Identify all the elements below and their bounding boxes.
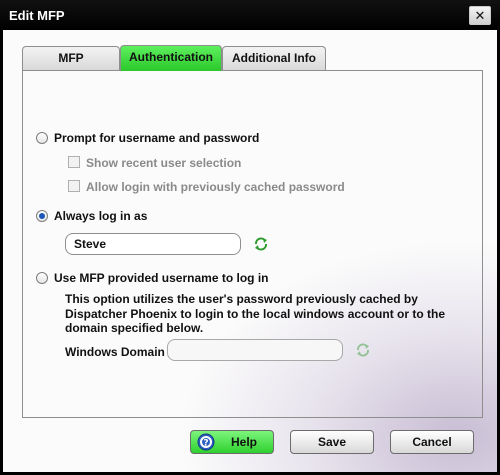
tab-authentication[interactable]: Authentication [120,45,222,71]
mfp-username-radio[interactable] [36,272,48,284]
help-button[interactable]: ? Help [190,430,274,454]
username-input[interactable]: Steve [65,233,241,255]
close-icon: ✕ [474,8,486,23]
refresh-icon[interactable] [355,342,371,358]
windows-domain-input[interactable] [167,339,343,361]
prompt-label: Prompt for username and password [54,131,260,145]
window-title: Edit MFP [9,8,65,23]
help-icon: ? [197,433,215,451]
authentication-panel: Prompt for username and password Show re… [22,70,483,418]
always-radio[interactable] [36,210,48,222]
show-recent-checkbox[interactable] [68,156,80,168]
edit-mfp-window: Edit MFP ✕ MFP Authentication Additional… [0,0,500,475]
dialog-body: MFP Authentication Additional Info Promp… [3,30,497,472]
mfp-username-label: Use MFP provided username to log in [54,271,269,285]
help-button-label: Help [230,435,257,449]
tab-additional-info[interactable]: Additional Info [222,46,326,70]
always-label: Always log in as [54,209,148,223]
refresh-icon[interactable] [253,236,269,252]
show-recent-label: Show recent user selection [86,156,242,170]
title-bar: Edit MFP ✕ [0,0,500,30]
windows-domain-label: Windows Domain [65,345,165,359]
close-button[interactable]: ✕ [469,6,491,25]
allow-cached-label: Allow login with previously cached passw… [86,180,345,194]
save-button[interactable]: Save [290,430,374,454]
prompt-radio[interactable] [36,132,48,144]
mfp-description: This option utilizes the user's password… [65,292,446,335]
allow-cached-checkbox[interactable] [68,180,80,192]
cancel-button[interactable]: Cancel [390,430,474,454]
svg-text:?: ? [203,439,208,449]
tab-mfp[interactable]: MFP [22,46,120,70]
